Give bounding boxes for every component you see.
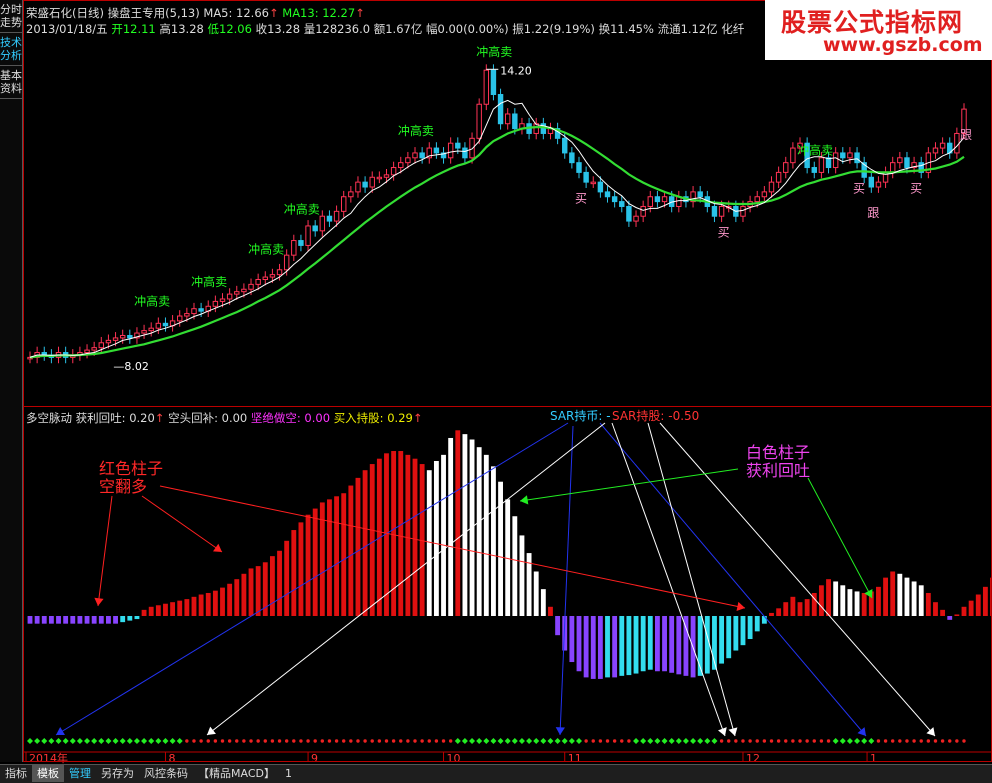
buy-hold-value: 0.29 xyxy=(387,411,413,425)
tab-page-number[interactable]: 1 xyxy=(280,765,297,782)
high-label: 高 xyxy=(159,22,171,36)
amount-value: 1.67亿 xyxy=(385,22,423,36)
buy-hold-label: 买入持股: xyxy=(333,411,384,425)
low-label: 低 xyxy=(207,22,220,36)
short-cover-value: 0.00 xyxy=(221,411,248,425)
open-label: 开 xyxy=(111,22,123,36)
pane-divider[interactable] xyxy=(23,406,992,407)
firm-short-label: 坚绝做空: xyxy=(250,411,301,425)
sector-name: 化纤 xyxy=(721,22,745,36)
amount-label: 额 xyxy=(373,22,386,36)
buy-hold-arrow: ↑ xyxy=(412,411,423,425)
change-label: 幅 xyxy=(426,22,438,36)
open-value: 12.11 xyxy=(122,22,156,36)
profit-value: 0.20 xyxy=(129,411,155,425)
tab-macd[interactable]: 【精品MACD】 xyxy=(193,765,280,782)
ma5-label: MA5: xyxy=(203,6,233,20)
ma5-up-arrow: ↑ xyxy=(268,6,279,20)
swing-value: 1.22(9.19%) xyxy=(523,22,595,36)
tab-template[interactable]: 模板 xyxy=(32,765,64,782)
logo-url: www.gszb.com xyxy=(823,34,983,56)
formula-params: (5,13) xyxy=(165,6,200,20)
header-line-2: 2013/01/18/五 开12.11 高13.28 低12.06 收13.28… xyxy=(26,21,744,37)
profit-arrow: ↑ xyxy=(154,411,165,425)
float-label: 流通 xyxy=(657,22,681,36)
volume-value: 128236.0 xyxy=(315,22,371,36)
turnover-value: 11.45% xyxy=(610,22,654,36)
profit-label: 获利回吐: xyxy=(75,411,126,425)
ma13-up-arrow: ↑ xyxy=(355,6,365,20)
change-value: 0.00(0.00%) xyxy=(437,22,509,36)
stock-title: 荣盛石化(日线) xyxy=(26,6,104,20)
tab-save-as[interactable]: 另存为 xyxy=(96,765,139,782)
high-value: 13.28 xyxy=(170,22,204,36)
swing-label: 振 xyxy=(512,22,524,36)
ma5-value: 12.66 xyxy=(236,6,269,20)
close-value: 13.28 xyxy=(267,22,301,36)
firm-short-value: 0.00 xyxy=(304,411,331,425)
tab-risk-bar[interactable]: 风控条码 xyxy=(139,765,193,782)
indicator-header: 多空脉动 获利回吐: 0.20↑ 空头回补: 0.00 坚绝做空: 0.00 买… xyxy=(26,410,422,426)
watermark-logo: 股票公式指标网 www.gszb.com xyxy=(765,0,992,60)
indicator-name: 多空脉动 xyxy=(26,411,72,425)
ma13-value: 12.27 xyxy=(322,6,356,20)
side-tab-fundamental[interactable]: 基本资料 xyxy=(0,66,22,99)
tab-manage[interactable]: 管理 xyxy=(64,765,96,782)
turnover-label: 换 xyxy=(598,22,611,36)
side-tab-timeshare[interactable]: 分时走势 xyxy=(0,0,22,33)
bar-date: 2013/01/18/五 xyxy=(26,22,108,36)
main-frame xyxy=(23,0,992,762)
header-line-1: 荣盛石化(日线) 操盘王专用(5,13) MA5: 12.66↑ MA13: 1… xyxy=(26,5,365,21)
float-value: 1.12亿 xyxy=(680,22,718,36)
side-tab-technical[interactable]: 技术分析 xyxy=(0,33,22,66)
side-tabs: 分时走势 技术分析 基本资料 xyxy=(0,0,23,762)
close-label: 收 xyxy=(255,22,268,36)
ma13-label: MA13: xyxy=(282,6,319,20)
low-value: 12.06 xyxy=(219,22,252,36)
bottom-tab-bar: 指标 模板 管理 另存为 风控条码 【精品MACD】 1 xyxy=(0,764,992,783)
volume-label: 量 xyxy=(303,22,316,36)
short-cover-label: 空头回补: xyxy=(168,411,218,425)
formula-name: 操盘王专用 xyxy=(107,6,166,20)
tab-indicator[interactable]: 指标 xyxy=(0,765,32,782)
